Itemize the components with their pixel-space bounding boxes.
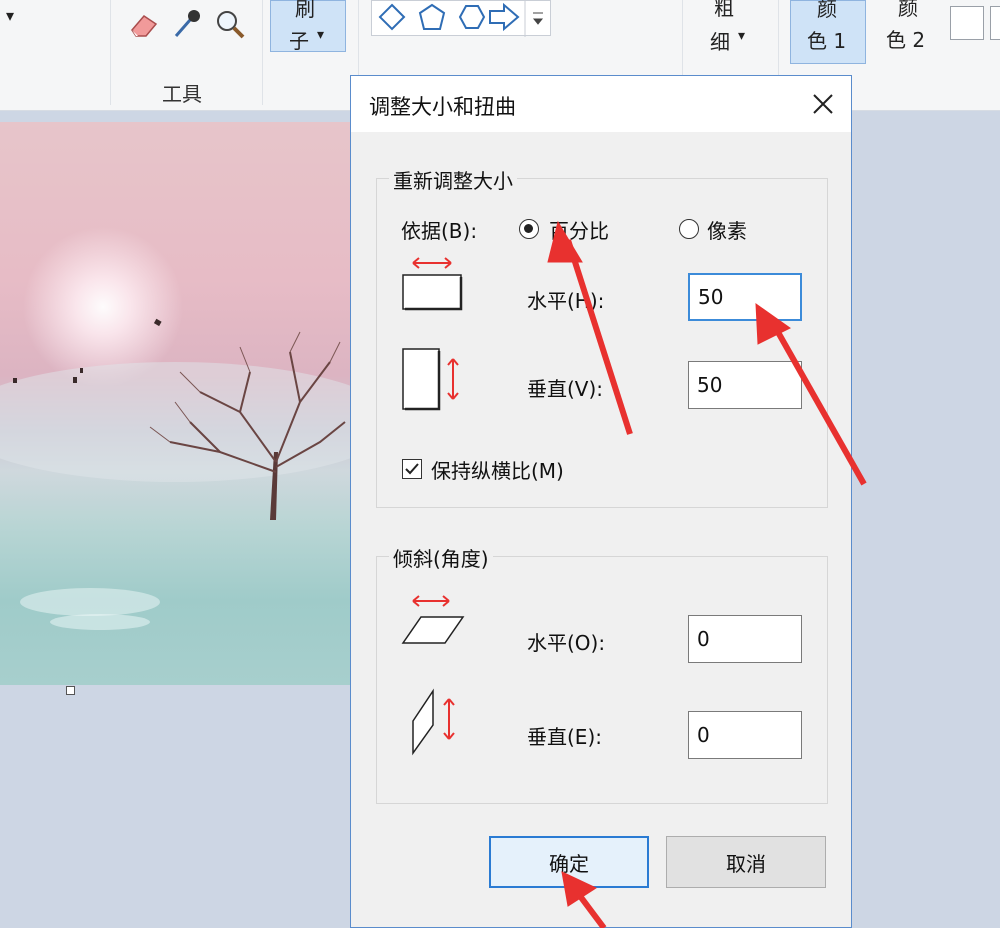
chevron-down-icon: ▾ [738,28,746,44]
color-2-label-bottom: 色 2 [886,28,926,52]
canvas-resize-handle[interactable] [66,686,75,695]
color-2-button[interactable]: 颜 色 2 [876,0,942,64]
color-1-label-bottom: 色 1 [807,29,847,53]
pentagon-shape-icon[interactable] [418,3,446,30]
color-2-label-top: 颜 [898,0,918,20]
skew-vertical-label: 垂直(E): [527,725,602,749]
color-1-button[interactable]: 颜 色 1 [790,0,866,64]
close-icon [813,94,833,114]
tree-landscape-picture [0,318,350,630]
ok-button[interactable]: 确定 [489,836,649,888]
color-1-label-top: 颜 [817,0,837,21]
brushes-label-bottom: 子 [289,29,309,53]
chevron-down-icon: ▾ [317,27,325,43]
resize-vertical-input[interactable] [688,361,802,409]
canvas-image[interactable] [0,122,350,685]
skew-horizontal-input[interactable] [688,615,802,663]
by-label: 依据(B): [401,219,478,243]
tools-group-label: 工具 [162,82,202,106]
color-swatch[interactable] [950,6,984,40]
size-button[interactable]: 粗 细 ▾ [700,0,760,60]
arrow-shape-icon[interactable] [489,2,520,32]
diamond-shape-icon[interactable] [378,3,406,31]
eraser-icon[interactable] [128,10,160,44]
resize-skew-dialog: 调整大小和扭曲 重新调整大小 依据(B): 百分比 像素 水平(H): 50 垂… [350,75,852,928]
ribbon-dropdown-arrow[interactable]: ▾ [6,6,14,25]
skew-group: 倾斜(角度) 水平(O): 垂直(E): [376,543,828,804]
resize-group-title: 重新调整大小 [389,165,517,194]
skew-horizontal-icon [399,593,467,655]
resize-horizontal-icon [401,255,465,317]
skew-vertical-input[interactable] [688,711,802,759]
dialog-title-bar: 调整大小和扭曲 [351,76,851,132]
skew-group-title: 倾斜(角度) [389,543,493,572]
skew-vertical-icon [409,687,469,761]
dialog-title: 调整大小和扭曲 [369,95,516,119]
close-button[interactable] [795,76,851,132]
magnifier-icon[interactable] [214,8,246,44]
brushes-label-top: 刷 [295,0,315,21]
ribbon-separator [262,0,263,105]
keep-aspect-ratio-checkbox[interactable] [402,459,422,479]
resize-group: 重新调整大小 依据(B): 百分比 像素 水平(H): 垂直(V): [376,165,828,508]
cancel-button[interactable]: 取消 [666,836,826,888]
keep-aspect-ratio-label[interactable]: 保持纵横比(M) [431,455,564,484]
shapes-gallery[interactable] [371,0,551,37]
pixels-radio[interactable] [679,219,699,239]
resize-vertical-label: 垂直(V): [527,377,604,401]
color-picker-icon[interactable] [172,8,202,44]
ribbon-separator [110,0,111,105]
hexagon-shape-icon[interactable] [458,5,486,29]
skew-horizontal-label: 水平(O): [527,631,606,655]
pixels-label[interactable]: 像素 [707,215,747,244]
checkmark-icon [405,463,419,475]
percent-label[interactable]: 百分比 [549,215,609,244]
resize-vertical-icon [401,347,481,417]
brushes-button[interactable]: 刷 子 ▾ [270,0,346,53]
size-label-top: 粗 [714,0,734,20]
percent-radio[interactable] [519,219,539,239]
size-label-bottom: 细 [710,30,730,54]
color-swatch[interactable] [990,6,1000,40]
resize-horizontal-input[interactable] [688,273,802,321]
gallery-more-icon[interactable] [532,12,544,25]
resize-horizontal-label: 水平(H): [527,289,605,313]
